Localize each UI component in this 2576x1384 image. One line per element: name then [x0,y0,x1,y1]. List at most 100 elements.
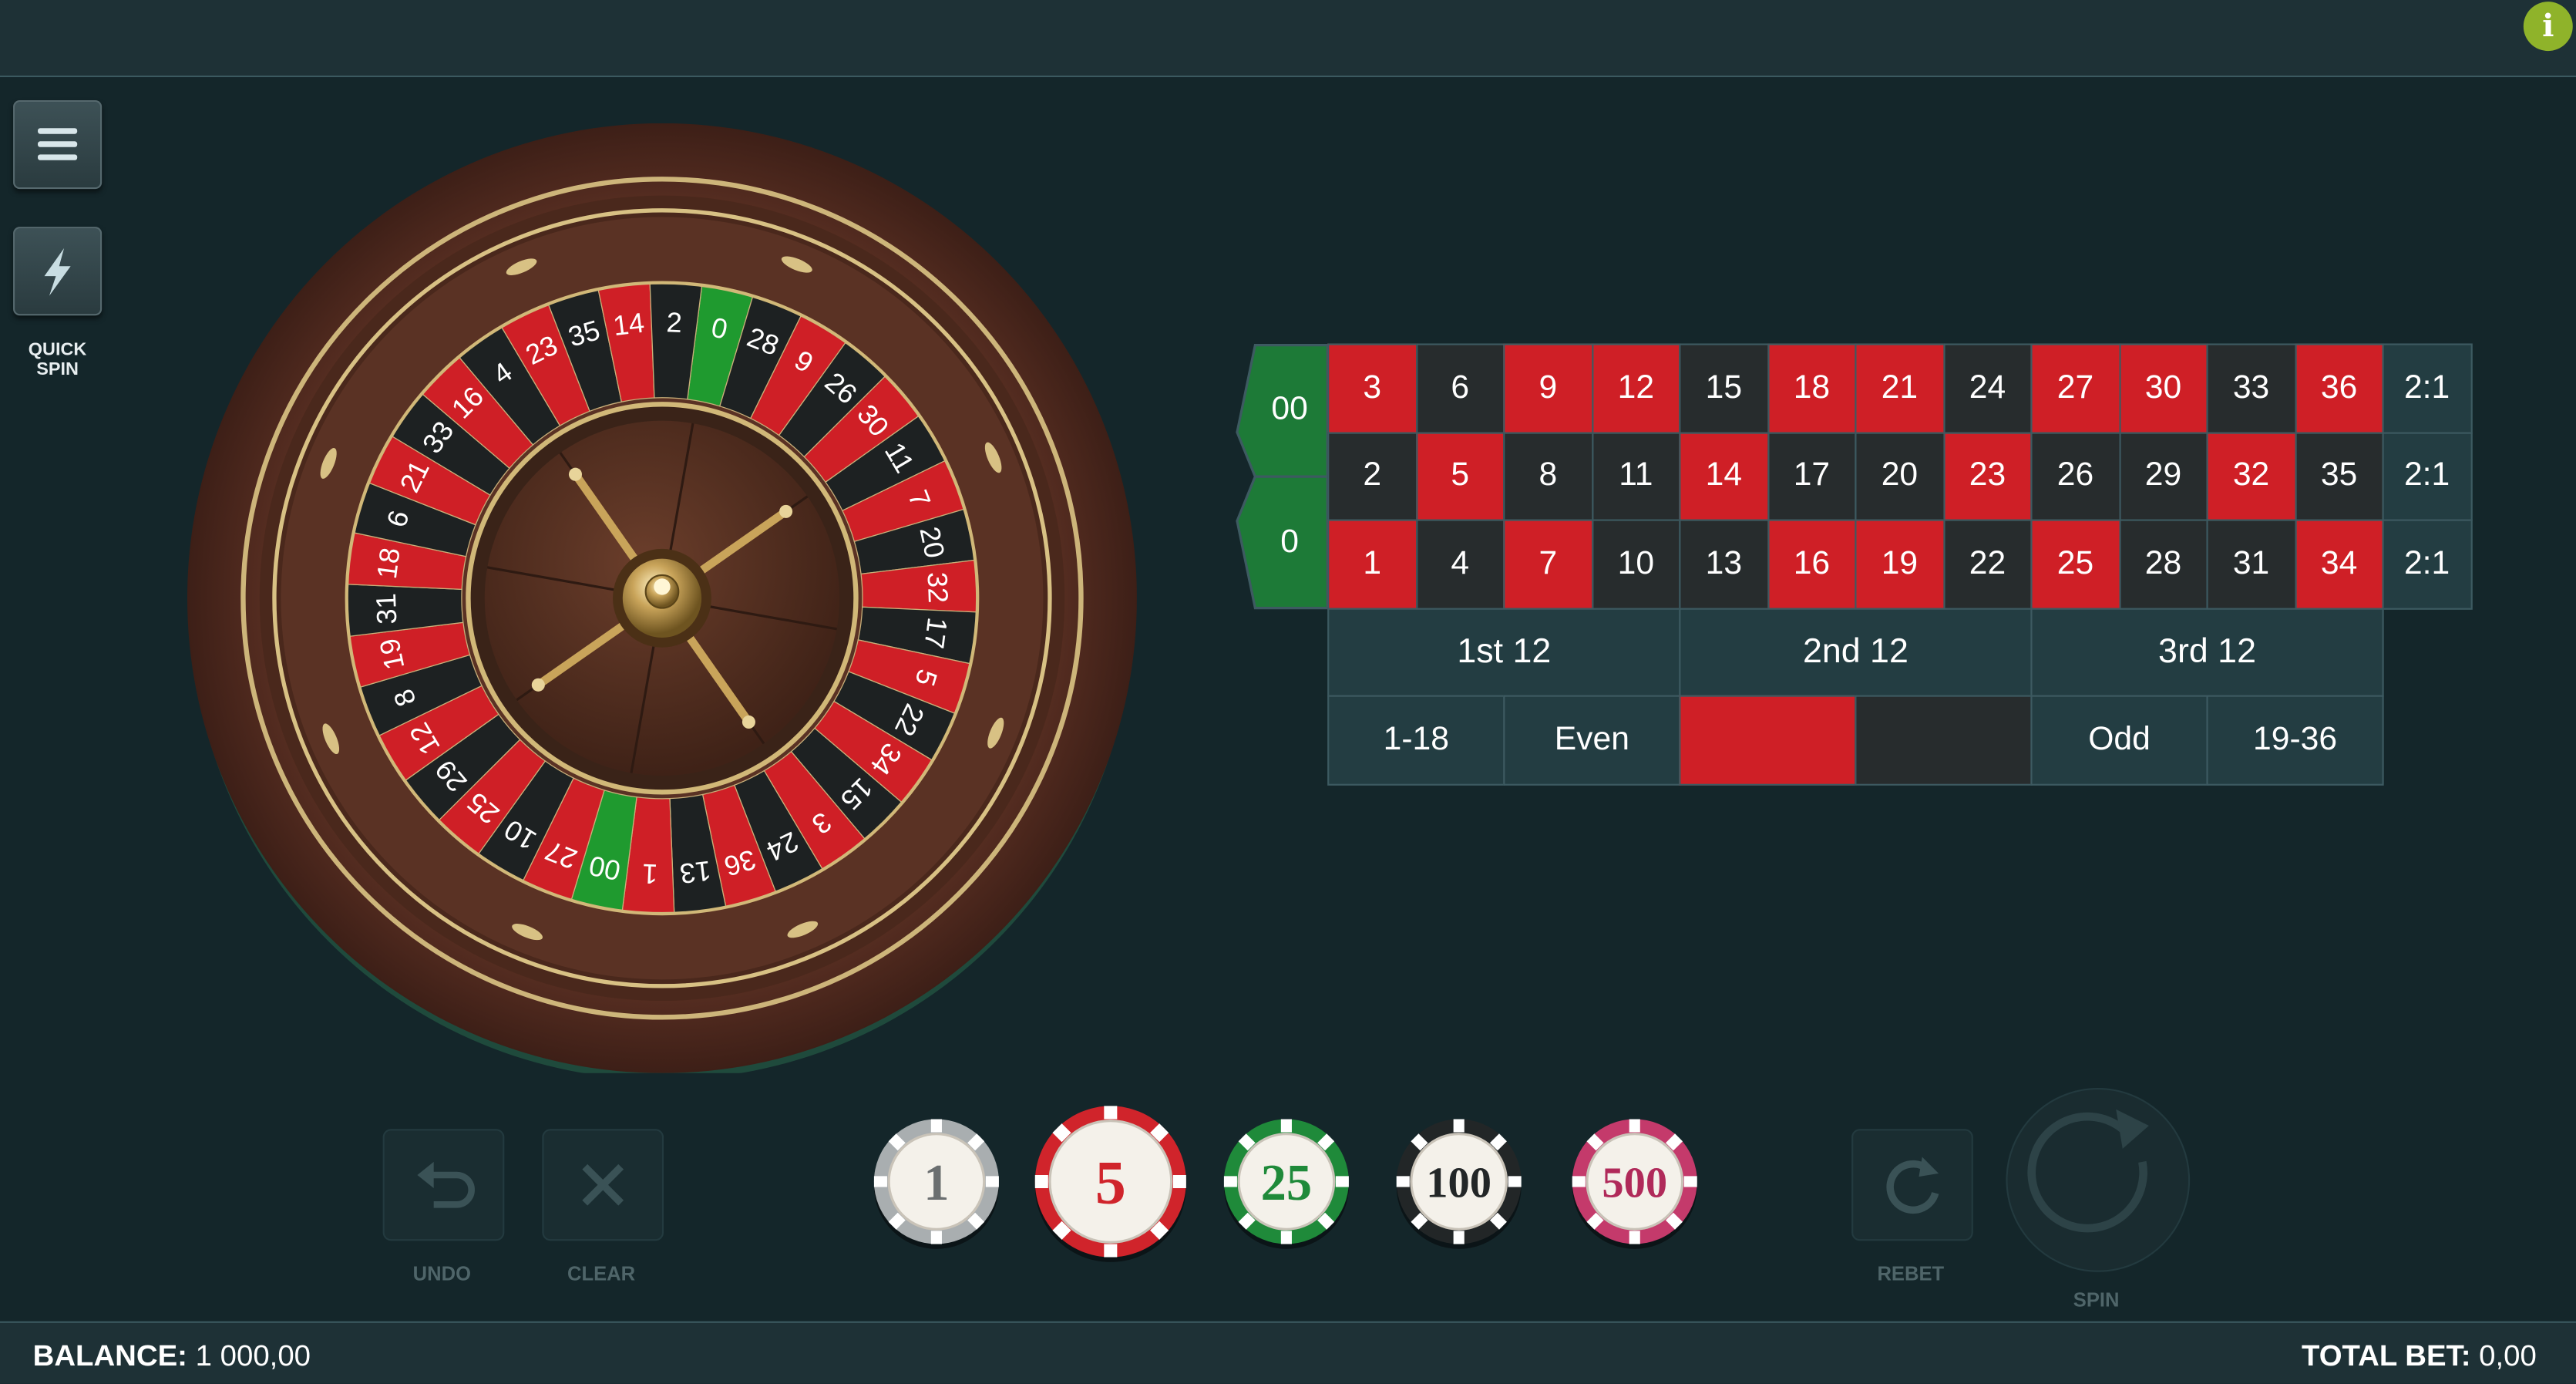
bet-number[interactable]: 3 [1327,343,1417,433]
chip-value: 100 [1426,1160,1491,1207]
rebet-button[interactable] [1851,1129,1973,1241]
undo-button[interactable] [382,1129,505,1241]
balance-value: 1 000,00 [195,1339,311,1372]
bet-black[interactable] [1855,695,2033,785]
undo-icon [417,1161,475,1208]
bet-red[interactable] [1679,695,1857,785]
clear-button[interactable] [542,1129,664,1241]
bet-number[interactable]: 29 [2118,431,2208,521]
bet-dozen[interactable]: 2nd 12 [1679,607,2033,697]
bet-number[interactable]: 6 [1415,343,1505,433]
bet-number[interactable]: 16 [1767,519,1857,609]
bet-number[interactable]: 7 [1503,519,1593,609]
wheel-number: 32 [922,571,955,604]
info-icon: i [2542,8,2554,45]
bet-number[interactable]: 14 [1679,431,1769,521]
bet-number[interactable]: 27 [2030,343,2120,433]
bet-number[interactable]: 20 [1855,431,1945,521]
spoke-knob [568,467,583,481]
wheel-number: 14 [611,307,646,342]
hamburger-icon [38,128,78,160]
bet-outside[interactable]: 19-36 [2206,695,2384,785]
bet-number[interactable]: 22 [1942,519,2033,609]
bet-number[interactable]: 10 [1591,519,1681,609]
bet-number[interactable]: 19 [1855,519,1945,609]
chip-25[interactable]: 25 [1222,1117,1350,1249]
bet-number[interactable]: 36 [2294,343,2384,433]
chip-value: 500 [1602,1160,1667,1207]
bet-outside[interactable]: Odd [2030,695,2208,785]
balance-display: BALANCE: 1 000,00 [33,1339,311,1374]
bet-number[interactable]: 12 [1591,343,1681,433]
bet-number[interactable]: 24 [1942,343,2033,433]
wheel-number: 18 [371,546,406,581]
quick-spin-button[interactable] [13,227,103,316]
rebet-icon [1886,1157,1939,1214]
bet-number[interactable]: 25 [2030,519,2120,609]
chip-1[interactable]: 1 [873,1117,1000,1249]
bet-number[interactable]: 8 [1503,431,1593,521]
wheel-number: 17 [918,616,953,651]
bottom-bar: BALANCE: 1 000,00 TOTAL BET: 0,00 [0,1321,2576,1384]
total-bet-label: TOTAL BET: [2301,1339,2471,1372]
chip-graphic: 25 [1223,1119,1349,1249]
bet-number[interactable]: 35 [2294,431,2384,521]
bet-number[interactable]: 31 [2206,519,2296,609]
bet-number[interactable]: 17 [1767,431,1857,521]
bet-number[interactable]: 2 [1327,431,1417,521]
bet-column[interactable]: 2:1 [2382,343,2472,433]
bet-number[interactable]: 18 [1767,343,1857,433]
bet-dozen[interactable]: 1st 12 [1327,607,1681,697]
bet-number[interactable]: 13 [1679,519,1769,609]
spoke-knob [779,504,793,518]
bet-number[interactable]: 5 [1415,431,1505,521]
wheel-number: 00 [587,850,624,887]
bet-column[interactable]: 2:1 [2382,431,2472,521]
bet-number[interactable]: 11 [1591,431,1681,521]
bet-number[interactable]: 28 [2118,519,2208,609]
quick-spin-label: QUICK SPIN [28,340,87,380]
spoke-knob [531,678,545,692]
chip-100[interactable]: 100 [1395,1117,1523,1249]
wheel-number: 13 [678,854,713,890]
bet-dozen[interactable]: 3rd 12 [2030,607,2384,697]
info-button[interactable]: i [2523,2,2573,52]
bet-number[interactable]: 21 [1855,343,1945,433]
menu-button[interactable] [13,100,103,190]
chip-graphic: 100 [1396,1119,1522,1249]
bet-number[interactable]: 34 [2294,519,2384,609]
chip-5[interactable]: 5 [1034,1104,1188,1262]
wheel-graphic: 0 28 9263011720321752234153243613100271025… [187,123,1137,1080]
bet-number[interactable]: 9 [1503,343,1593,433]
balance-label: BALANCE: [32,1339,187,1372]
bet-number[interactable]: 32 [2206,431,2296,521]
bet-number[interactable]: 33 [2206,343,2296,433]
bet-number[interactable]: 15 [1679,343,1769,433]
total-bet-display: TOTAL BET: 0,00 [2302,1339,2537,1374]
chip-graphic: 5 [1034,1106,1186,1262]
top-bar: i [0,0,2576,78]
chip-graphic: 1 [873,1119,999,1249]
bet-outside[interactable]: Even [1503,695,1681,785]
bet-0[interactable]: 0 [1252,476,1327,610]
total-bet-value: 0,00 [2479,1339,2537,1372]
chip-500[interactable]: 500 [1571,1117,1699,1249]
bet-number[interactable]: 23 [1942,431,2033,521]
roulette-game: i QUICK SPIN 0 28 9 26 30 11 7 20 32 17 … [0,0,2576,1384]
bet-column[interactable]: 2:1 [2382,519,2472,609]
bet-00[interactable]: 00 [1252,343,1327,476]
bet-number[interactable]: 4 [1415,519,1505,609]
chip-graphic: 500 [1572,1119,1697,1249]
bet-number[interactable]: 30 [2118,343,2208,433]
undo-label: UNDO [412,1261,472,1285]
spoke-knob [742,715,755,729]
wheel-number: 2 [666,306,683,338]
rebet-label: REBET [1877,1261,1945,1285]
chip-value: 25 [1261,1155,1312,1211]
bet-number[interactable]: 1 [1327,519,1417,609]
roulette-wheel: 0 28 9 26 30 11 7 20 32 17 5 22 34 15 3 24 36 13 1 00 27 10 25… [187,123,1137,1082]
bet-number[interactable]: 26 [2030,431,2120,521]
spin-button[interactable] [2006,1087,2191,1272]
wheel-number: 31 [370,593,403,625]
bet-outside[interactable]: 1-18 [1327,695,1505,785]
